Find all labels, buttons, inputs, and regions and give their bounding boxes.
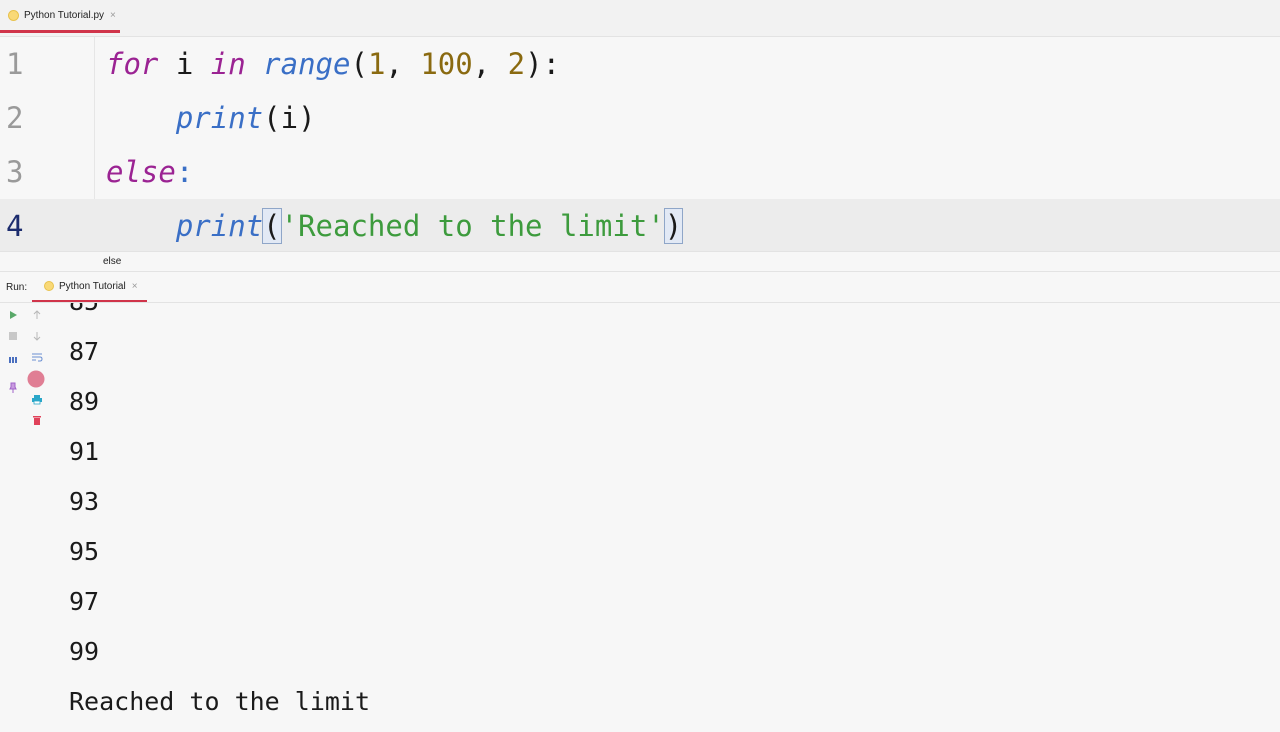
line-number: 3 [6, 155, 24, 189]
number-literal: 100 [420, 47, 473, 81]
print-icon[interactable] [30, 392, 44, 406]
console-output-line: 87 [69, 337, 100, 366]
function-name: range [263, 47, 351, 81]
pin-icon[interactable] [6, 381, 20, 395]
matched-bracket: ( [262, 208, 282, 244]
number-literal: 2 [507, 47, 526, 81]
line-number: 1 [6, 47, 24, 81]
console-output-line: 99 [69, 637, 100, 666]
code-editor[interactable]: 1 for i in range(1, 100, 2): 2 print(i) … [0, 37, 1280, 253]
number-literal: 1 [367, 47, 386, 81]
record-icon[interactable] [27, 370, 45, 388]
code-token: ): [525, 47, 561, 81]
keyword: for [106, 47, 159, 81]
editor-tab-python-tutorial[interactable]: Python Tutorial.py × [0, 0, 120, 33]
editor-tab-bar: Python Tutorial.py × [0, 0, 1280, 37]
python-file-icon [44, 281, 54, 291]
code-line-3[interactable]: 3 else: [0, 145, 1280, 199]
string-literal: 'Reached to the limit' [280, 209, 665, 243]
run-tab-python-tutorial[interactable]: Python Tutorial × [32, 272, 147, 302]
code-token: ( [350, 47, 368, 81]
breadcrumb-item[interactable]: else [103, 256, 121, 267]
arrow-up-icon[interactable] [30, 308, 44, 322]
keyword: else [106, 155, 176, 189]
soft-wrap-icon[interactable] [30, 350, 44, 364]
console-output-line: 95 [69, 537, 100, 566]
console-output-line: 91 [69, 437, 100, 466]
console-toolbar [0, 303, 50, 732]
code-line-2[interactable]: 2 print(i) [0, 91, 1280, 145]
code-token: , [472, 47, 508, 81]
function-name: print [175, 101, 264, 135]
close-icon[interactable]: × [110, 10, 116, 21]
code-line-4[interactable]: 4 print('Reached to the limit') [0, 199, 1280, 253]
stop-icon[interactable] [6, 329, 20, 343]
code-text: for i in range(1, 100, 2): [106, 37, 560, 91]
line-number: 2 [6, 101, 24, 135]
console-output-line: Reached to the limit [69, 687, 371, 716]
code-text: print('Reached to the limit') [106, 199, 684, 253]
run-label: Run: [6, 282, 28, 293]
rerun-icon[interactable] [6, 308, 20, 322]
code-token: i [158, 47, 211, 81]
code-text: else: [106, 145, 193, 199]
code-line-1[interactable]: 1 for i in range(1, 100, 2): [0, 37, 1280, 91]
console-output-line: 97 [69, 587, 100, 616]
run-console[interactable]: 85 87 89 91 93 95 97 99 Reached to the l… [0, 303, 1280, 732]
line-number: 4 [6, 209, 24, 243]
layout-icon[interactable] [6, 353, 20, 367]
code-token: , [385, 47, 421, 81]
editor-tab-label: Python Tutorial.py [24, 9, 105, 21]
trash-icon[interactable] [30, 413, 44, 427]
run-tab-label: Python Tutorial [59, 280, 126, 292]
python-file-icon [8, 9, 19, 21]
code-token: : [175, 155, 194, 189]
console-output-line: 85 [69, 303, 99, 317]
matched-bracket: ) [663, 208, 684, 244]
close-icon[interactable]: × [132, 281, 138, 292]
code-text: print(i) [106, 91, 316, 145]
console-output-line: 93 [69, 487, 100, 516]
function-name: print [175, 209, 264, 243]
console-output-line: 89 [69, 387, 100, 416]
arrow-down-icon[interactable] [30, 329, 44, 343]
breadcrumb: else [0, 251, 1280, 270]
code-token: (i) [263, 101, 316, 135]
keyword: in [210, 47, 246, 81]
run-tool-window-header: Run: Python Tutorial × [0, 271, 1280, 303]
